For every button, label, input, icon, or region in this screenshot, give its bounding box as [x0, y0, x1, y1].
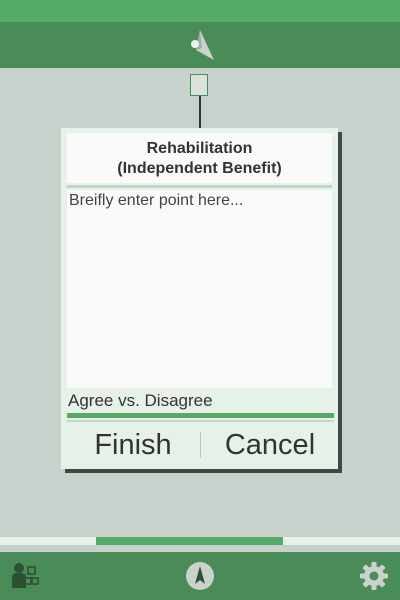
app-logo-icon [191, 30, 214, 60]
cancel-button[interactable]: Cancel [203, 424, 337, 466]
title-divider [67, 185, 332, 188]
add-point-dialog: Rehabilitation (Independent Benefit) Agr… [61, 128, 338, 469]
agree-disagree-label: Agree vs. Disagree [68, 391, 213, 410]
button-divider-line [67, 420, 334, 422]
button-separator [200, 432, 201, 458]
compass-icon[interactable] [185, 561, 215, 591]
dialog-title: Rehabilitation (Independent Benefit) [67, 133, 332, 183]
point-input[interactable] [67, 190, 332, 388]
status-strip [0, 0, 400, 22]
agree-disagree-slider[interactable] [67, 413, 334, 418]
parent-node[interactable] [190, 74, 208, 96]
people-icon[interactable] [11, 562, 39, 588]
horizontal-scrollbar-thumb[interactable] [96, 537, 283, 545]
gear-icon[interactable] [359, 561, 389, 591]
finish-button[interactable]: Finish [67, 424, 199, 466]
node-connector [199, 96, 201, 128]
dialog-title-line2: (Independent Benefit) [117, 160, 282, 177]
dialog-title-line1: Rehabilitation [146, 140, 253, 157]
